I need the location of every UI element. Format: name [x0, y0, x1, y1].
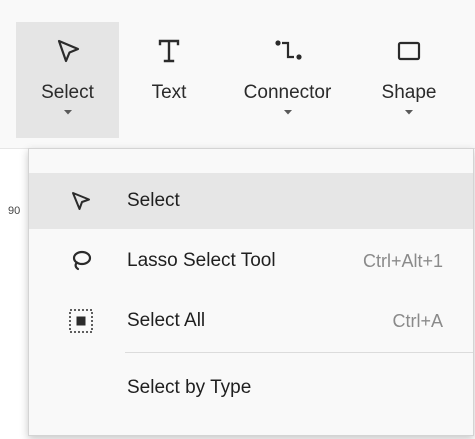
shape-tool-label: Shape [381, 82, 437, 103]
chevron-down-icon [63, 109, 73, 119]
text-t-icon [152, 34, 186, 68]
menu-item-label: Select All [127, 310, 206, 331]
ruler-number: 90 [8, 205, 21, 217]
select-tool-label: Select [41, 82, 94, 103]
connector-tool-label: Connector [243, 82, 332, 103]
select-dropdown-menu: Select Lasso Select Tool Ctrl+Alt+1 Sele… [28, 148, 474, 436]
chevron-down-icon [404, 109, 414, 119]
menu-item-label: Select by Type [127, 377, 252, 398]
text-tool-label: Text [151, 82, 187, 103]
menu-item-label: Lasso Select Tool [127, 250, 276, 271]
menu-item-select[interactable]: Select [29, 173, 473, 229]
menu-item-shortcut: Ctrl+Alt+1 [362, 250, 443, 271]
connector-icon [271, 34, 305, 68]
menu-item-shortcut: Ctrl+A [392, 310, 443, 331]
square-shape-icon [392, 34, 426, 68]
menu-item-lasso-select[interactable]: Lasso Select Tool Ctrl+Alt+1 [29, 233, 473, 289]
menu-separator [125, 352, 473, 353]
connector-tool-button[interactable]: Connector [224, 22, 351, 138]
chevron-down-icon [283, 109, 293, 119]
menu-item-label: Select [127, 190, 180, 211]
app-window: Select Text Connector Shape 90 Select La… [0, 0, 475, 439]
menu-item-select-by-type[interactable]: Select by Type [29, 360, 473, 416]
ribbon-toolbar: Select Text Connector Shape [0, 0, 475, 148]
pointer-arrow-icon [51, 34, 85, 68]
select-all-icon [67, 307, 95, 335]
shape-tool-button[interactable]: Shape [364, 22, 454, 138]
select-tool-button[interactable]: Select [16, 22, 119, 138]
menu-item-select-all[interactable]: Select All Ctrl+A [29, 293, 473, 349]
pointer-arrow-icon [67, 187, 95, 215]
text-tool-button[interactable]: Text [136, 22, 202, 138]
lasso-icon [67, 247, 95, 275]
